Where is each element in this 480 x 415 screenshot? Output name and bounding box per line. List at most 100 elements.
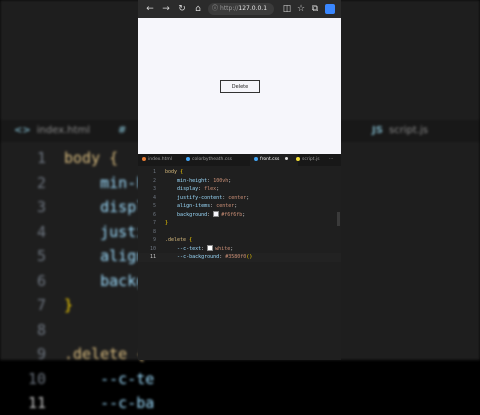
code-line[interactable]: 11 --c-background: #3580f0() xyxy=(138,253,341,262)
back-icon[interactable]: ← xyxy=(144,0,156,18)
line-number: 6 xyxy=(36,271,46,290)
page-viewport: Delete xyxy=(138,18,341,154)
code-line[interactable]: 5 align-items: center; xyxy=(138,202,341,211)
code-token: .delete xyxy=(165,237,187,243)
browser-window: ← → ↻ ⌂ ⓘ http://127.0.0.1 ◫ ☆ ⧉ Delete xyxy=(138,0,341,154)
site-info-icon[interactable]: ⓘ xyxy=(212,5,218,12)
forward-icon[interactable]: → xyxy=(160,0,172,18)
line-number: 9 xyxy=(152,237,156,243)
line-number: 11 xyxy=(149,254,156,260)
code-editor: index.html colorbytheath.css front.css s… xyxy=(138,154,341,360)
line-number: 1 xyxy=(36,149,46,167)
code-token: center xyxy=(216,203,235,209)
code-token: ; xyxy=(230,245,234,252)
code-token: min-height xyxy=(177,177,208,184)
line-number: 5 xyxy=(36,247,46,265)
line-number: 3 xyxy=(36,198,46,216)
code-token: 100vh xyxy=(213,177,229,184)
code-line[interactable]: 7} xyxy=(138,219,341,228)
code-token: ; xyxy=(234,203,238,209)
code-token: align-items xyxy=(177,203,211,209)
code-line[interactable]: 4 justify-content: center; xyxy=(138,194,341,203)
code-token: justify-content xyxy=(177,194,223,201)
copilot-icon[interactable] xyxy=(325,4,335,14)
line-number: 10 xyxy=(149,245,156,252)
tab-front-css[interactable]: front.css xyxy=(250,154,298,166)
code-token: --c-text xyxy=(177,245,202,252)
url-host: 127.0.0.1 xyxy=(238,5,268,12)
js-icon: JS xyxy=(372,125,383,136)
address-bar[interactable]: ⓘ http://127.0.0.1 xyxy=(208,3,274,15)
code-text: --c-te xyxy=(64,369,155,388)
line-number: 3 xyxy=(152,186,156,192)
split-screen-icon[interactable]: ◫ xyxy=(281,0,293,18)
line-number: 5 xyxy=(152,203,156,209)
line-number: 1 xyxy=(152,169,156,175)
color-swatch-icon xyxy=(207,245,214,251)
code-token: } xyxy=(165,220,169,226)
tab-colorbytheath-css[interactable]: colorbytheath.css xyxy=(186,154,232,166)
code-token: white xyxy=(215,245,231,252)
refresh-icon[interactable]: ↻ xyxy=(176,0,188,18)
code-line[interactable]: 10 --c-text: white; xyxy=(138,245,341,254)
line-number: 9 xyxy=(36,345,46,363)
code-token: #f6f6fb xyxy=(221,211,243,218)
code-line[interactable]: 1 body { xyxy=(138,168,341,177)
scrollbar[interactable] xyxy=(337,212,340,226)
line-number: 4 xyxy=(36,222,46,241)
url-protocol: http:// xyxy=(220,5,239,12)
css-file-icon xyxy=(186,156,190,161)
line-number: 2 xyxy=(36,173,46,192)
code-text: .delete { xyxy=(64,345,146,363)
collections-icon[interactable]: ⧉ xyxy=(309,0,321,18)
code-token: { xyxy=(180,169,184,175)
code-line[interactable]: 3 display: flex; xyxy=(138,185,341,194)
code-token: center xyxy=(228,194,247,201)
line-number: 7 xyxy=(36,296,46,314)
tab-index-html[interactable]: index.html xyxy=(142,154,172,166)
code-token: ; xyxy=(246,194,250,201)
code-token: body xyxy=(165,169,178,175)
background-code-line: 10 --c-te xyxy=(0,367,480,391)
code-token: ; xyxy=(216,186,220,192)
favorites-icon[interactable]: ☆ xyxy=(295,0,307,18)
html-file-icon xyxy=(142,156,146,161)
more-tabs-icon[interactable]: ··· xyxy=(329,154,333,166)
code-line[interactable]: 2 min-height: 100vh; xyxy=(138,177,341,186)
code-token: flex xyxy=(204,186,217,192)
line-number: 10 xyxy=(27,369,46,388)
line-number: 8 xyxy=(36,320,46,339)
code-line[interactable]: 9 .delete { xyxy=(138,236,341,245)
background-code-line: 11 --c-ba xyxy=(0,391,480,415)
code-token: background xyxy=(177,211,208,218)
line-number: 8 xyxy=(152,228,156,235)
browser-toolbar: ← → ↻ ⌂ ⓘ http://127.0.0.1 ◫ ☆ ⧉ xyxy=(138,0,341,18)
unsaved-dot-icon xyxy=(285,157,289,160)
code-line[interactable]: 8 xyxy=(138,228,341,237)
line-number: 4 xyxy=(152,194,156,201)
css-icon: # xyxy=(118,125,127,136)
line-number: 2 xyxy=(152,177,156,184)
code-token: #3580f0 xyxy=(225,254,247,260)
background-tab-css: # xyxy=(118,120,132,142)
color-swatch-icon xyxy=(213,211,220,217)
js-file-icon xyxy=(296,156,300,161)
code-token: ; xyxy=(228,177,232,184)
css-file-icon xyxy=(254,156,258,161)
code-line[interactable]: 6 background: #f6f6fb; xyxy=(138,211,341,220)
background-tab-index-html: <> index.html xyxy=(14,125,91,136)
tab-script-js[interactable]: script.js xyxy=(296,154,320,166)
home-icon[interactable]: ⌂ xyxy=(192,0,204,18)
code-text: --c-ba xyxy=(64,394,155,412)
line-number: 6 xyxy=(152,211,156,218)
delete-button[interactable]: Delete xyxy=(220,80,260,93)
background-tab-script-js: JS script.js xyxy=(372,125,428,136)
line-number: 11 xyxy=(27,394,46,412)
code-text: } xyxy=(64,296,74,314)
